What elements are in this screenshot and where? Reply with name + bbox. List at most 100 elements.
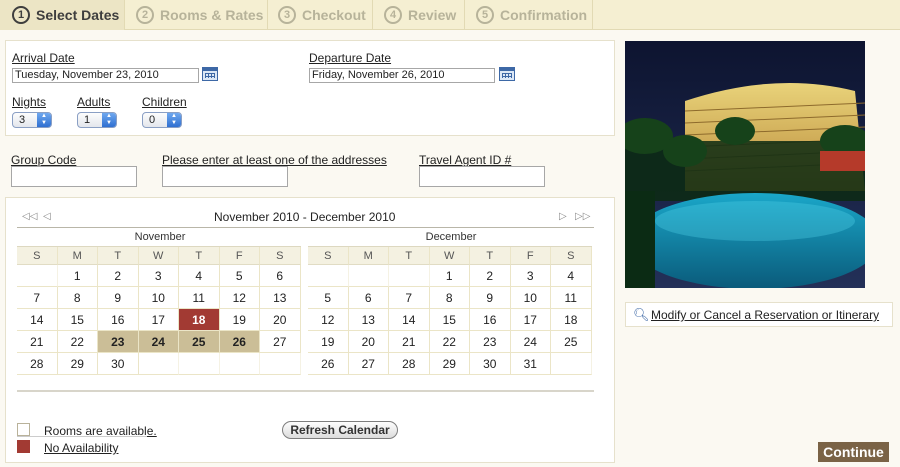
group-code-label: Group Code: [11, 153, 77, 167]
day-cell[interactable]: 21: [389, 331, 430, 353]
address-input[interactable]: [162, 166, 288, 187]
prev-month-icon[interactable]: ◁: [43, 211, 51, 222]
day-cell[interactable]: 2: [98, 265, 139, 287]
day-cell[interactable]: 8: [57, 287, 98, 309]
day-cell[interactable]: 30: [470, 353, 511, 375]
step-confirmation[interactable]: 5 Confirmation: [465, 0, 593, 30]
children-label: Children: [142, 95, 187, 109]
day-cell[interactable]: 1: [429, 265, 470, 287]
nights-stepper[interactable]: 3 ▲ ▼: [12, 112, 52, 128]
day-cell[interactable]: 9: [470, 287, 511, 309]
arrival-calendar-icon[interactable]: [202, 67, 218, 81]
day-cell[interactable]: 7: [17, 287, 58, 309]
continue-button[interactable]: Continue: [818, 442, 889, 462]
adults-stepper[interactable]: 1 ▲ ▼: [77, 112, 117, 128]
day-cell[interactable]: 3: [510, 265, 551, 287]
day-cell[interactable]: 18: [179, 309, 220, 331]
day-cell[interactable]: 19: [308, 331, 349, 353]
day-cell[interactable]: 24: [138, 331, 179, 353]
day-cell[interactable]: 4: [551, 265, 592, 287]
day-cell[interactable]: 19: [219, 309, 260, 331]
day-cell[interactable]: 4: [179, 265, 220, 287]
day-cell[interactable]: 10: [138, 287, 179, 309]
day-cell[interactable]: 29: [429, 353, 470, 375]
day-cell[interactable]: 21: [17, 331, 58, 353]
day-cell[interactable]: 29: [57, 353, 98, 375]
step-rooms-rates[interactable]: 2 Rooms & Rates: [125, 0, 268, 30]
travel-agent-input[interactable]: [419, 166, 545, 187]
day-cell[interactable]: 24: [510, 331, 551, 353]
day-cell[interactable]: 16: [98, 309, 139, 331]
day-cell[interactable]: 8: [429, 287, 470, 309]
month-grid-november: S M T W T F S 1 2 3 4 5 6 7 8 9 10 11 12 13 14 15 16 17 18 19 20 21…: [17, 246, 301, 375]
day-cell[interactable]: 15: [429, 309, 470, 331]
weekday-header: S: [308, 247, 349, 265]
day-cell[interactable]: 30: [98, 353, 139, 375]
weekday-header: T: [179, 247, 220, 265]
day-cell[interactable]: 27: [260, 331, 301, 353]
day-cell[interactable]: 17: [510, 309, 551, 331]
children-value: 0: [149, 114, 156, 126]
day-cell[interactable]: 28: [17, 353, 58, 375]
day-cell[interactable]: 27: [348, 353, 389, 375]
day-cell[interactable]: 14: [389, 309, 430, 331]
day-cell[interactable]: 22: [57, 331, 98, 353]
day-cell[interactable]: 16: [470, 309, 511, 331]
step-select-dates[interactable]: 1 Select Dates: [0, 0, 125, 30]
day-cell[interactable]: 5: [308, 287, 349, 309]
children-stepper[interactable]: 0 ▲ ▼: [142, 112, 182, 128]
day-cell[interactable]: 2: [470, 265, 511, 287]
day-cell[interactable]: 9: [98, 287, 139, 309]
group-code-input[interactable]: [11, 166, 137, 187]
day-cell[interactable]: 26: [219, 331, 260, 353]
weekday-header: T: [98, 247, 139, 265]
departure-date-field[interactable]: Friday, November 26, 2010: [309, 68, 495, 83]
day-cell[interactable]: 5: [219, 265, 260, 287]
day-cell[interactable]: 31: [510, 353, 551, 375]
day-cell[interactable]: 20: [348, 331, 389, 353]
day-cell[interactable]: 6: [348, 287, 389, 309]
day-cell[interactable]: 6: [260, 265, 301, 287]
day-cell[interactable]: 14: [17, 309, 58, 331]
day-cell[interactable]: 13: [260, 287, 301, 309]
unavailable-swatch: [17, 440, 30, 453]
day-cell[interactable]: 26: [308, 353, 349, 375]
day-cell[interactable]: 1: [57, 265, 98, 287]
day-cell[interactable]: 12: [219, 287, 260, 309]
day-cell[interactable]: 15: [57, 309, 98, 331]
next-month-icon[interactable]: ▷: [559, 211, 567, 222]
day-cell[interactable]: 11: [551, 287, 592, 309]
weekday-header: F: [510, 247, 551, 265]
weekday-header-row: SMTWTFS: [17, 247, 301, 265]
step-checkout[interactable]: 3 Checkout: [268, 0, 373, 30]
day-cell[interactable]: 11: [179, 287, 220, 309]
day-cell[interactable]: 3: [138, 265, 179, 287]
day-cell[interactable]: 23: [98, 331, 139, 353]
adults-label: Adults: [77, 95, 111, 109]
departure-calendar-icon[interactable]: [499, 67, 515, 81]
weekday-header: S: [17, 247, 58, 265]
step-label: Confirmation: [500, 7, 588, 23]
day-cell[interactable]: 25: [179, 331, 220, 353]
next-year-icon[interactable]: ▷▷: [575, 211, 590, 222]
week-row: 12 13 14 15 16 17 18: [308, 309, 592, 331]
hotel-photo: [625, 41, 865, 288]
step-review[interactable]: 4 Review: [373, 0, 465, 30]
day-cell[interactable]: 12: [308, 309, 349, 331]
day-cell[interactable]: 10: [510, 287, 551, 309]
refresh-calendar-button[interactable]: Refresh Calendar: [282, 421, 398, 439]
week-row: 5 6 7 8 9 10 11: [308, 287, 592, 309]
day-cell[interactable]: 23: [470, 331, 511, 353]
day-cell[interactable]: 18: [551, 309, 592, 331]
modify-reservation-link[interactable]: Modify or Cancel a Reservation or Itiner…: [651, 308, 879, 322]
day-cell[interactable]: 20: [260, 309, 301, 331]
day-cell[interactable]: 22: [429, 331, 470, 353]
day-cell[interactable]: 25: [551, 331, 592, 353]
prev-year-icon[interactable]: ◁◁: [22, 211, 37, 222]
day-cell[interactable]: 28: [389, 353, 430, 375]
empty-day-cell: [260, 353, 301, 375]
day-cell[interactable]: 17: [138, 309, 179, 331]
day-cell[interactable]: 7: [389, 287, 430, 309]
arrival-date-field[interactable]: Tuesday, November 23, 2010: [12, 68, 199, 83]
day-cell[interactable]: 13: [348, 309, 389, 331]
